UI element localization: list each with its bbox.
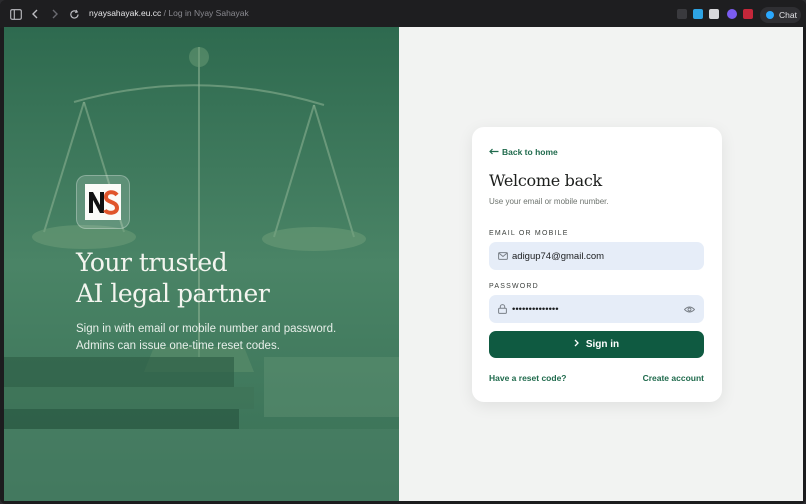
login-card: Back to home Welcome back Use your email…: [472, 127, 722, 402]
login-panel: Back to home Welcome back Use your email…: [399, 27, 803, 501]
hero-description-line-1: Sign in with email or mobile number and …: [76, 323, 337, 335]
hero-panel: Your trusted AI legal partner Sign in wi…: [4, 27, 399, 501]
extension-icon-1[interactable]: [677, 9, 687, 19]
email-input[interactable]: [512, 250, 682, 262]
password-label: PASSWORD: [489, 283, 539, 290]
reload-icon[interactable]: [66, 6, 82, 22]
forward-arrow-icon[interactable]: [47, 6, 63, 22]
chat-icon: [766, 11, 774, 19]
sign-in-button[interactable]: Sign in: [489, 331, 704, 358]
email-field[interactable]: [489, 242, 704, 270]
url-domain: nyaysahayak.eu.cc: [89, 8, 162, 18]
hero-description-line-2: Admins can issue one-time reset codes.: [76, 340, 280, 352]
sign-in-label: Sign in: [585, 339, 620, 350]
login-subtitle: Use your email or mobile number.: [489, 197, 609, 206]
page-title: Log in Nyay Sahayak: [168, 8, 249, 18]
browser-window: nyaysahayak.eu.cc / Log in Nyay Sahayak …: [0, 0, 806, 504]
extension-icon-5[interactable]: [743, 9, 753, 19]
chat-label: Chat: [779, 10, 797, 20]
hero-heading-line-2: AI legal partner: [76, 279, 270, 308]
lock-icon: [497, 304, 508, 315]
create-account-link[interactable]: Create account: [643, 373, 704, 383]
hero-description: Sign in with email or mobile number and …: [76, 321, 336, 355]
mail-icon: [497, 251, 508, 262]
email-label: EMAIL OR MOBILE: [489, 230, 569, 237]
chat-button[interactable]: Chat: [760, 7, 801, 23]
back-to-home-label: Back to home: [502, 147, 558, 157]
back-arrow-icon: [489, 147, 499, 157]
logo-tile: [76, 175, 130, 229]
address-bar[interactable]: nyaysahayak.eu.cc / Log in Nyay Sahayak: [89, 8, 249, 18]
login-title: Welcome back: [489, 171, 602, 190]
extension-icon-4[interactable]: [727, 9, 737, 19]
hero-heading: Your trusted AI legal partner: [76, 247, 270, 309]
back-to-home-link[interactable]: Back to home: [489, 147, 558, 157]
eye-icon[interactable]: [683, 303, 695, 315]
brand-logo: [85, 184, 121, 220]
browser-toolbar: nyaysahayak.eu.cc / Log in Nyay Sahayak …: [0, 0, 806, 28]
url-separator: /: [163, 8, 167, 18]
back-arrow-icon[interactable]: [27, 6, 43, 22]
password-field[interactable]: [489, 295, 704, 323]
chevron-right-icon: [574, 339, 579, 350]
extension-icon-2[interactable]: [693, 9, 703, 19]
hero-heading-line-1: Your trusted: [76, 248, 228, 277]
password-input[interactable]: [512, 303, 682, 315]
sidebar-icon[interactable]: [8, 6, 24, 22]
reset-code-link[interactable]: Have a reset code?: [489, 373, 566, 383]
extension-icon-3[interactable]: [709, 9, 719, 19]
